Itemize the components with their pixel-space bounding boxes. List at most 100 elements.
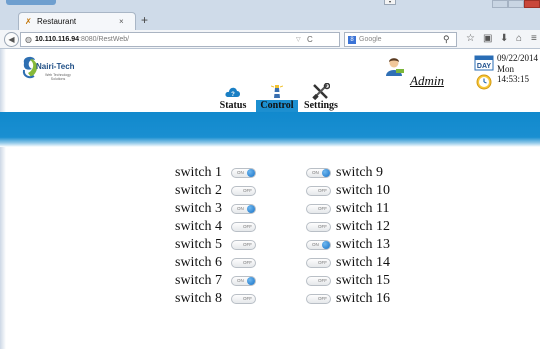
globe-icon: ◍ xyxy=(25,35,32,44)
switch-toggle[interactable]: OFF xyxy=(231,186,256,196)
window-controls xyxy=(492,0,540,8)
brand-logo[interactable]: Nairi-Tech Web Technology Solutions xyxy=(20,54,92,92)
reload-icon[interactable]: C xyxy=(307,35,313,45)
toggle-state-text: ON xyxy=(312,242,319,247)
switch-toggle[interactable]: OFF xyxy=(231,222,256,232)
switch-label: switch 5 xyxy=(175,237,223,252)
new-tab-button[interactable]: + xyxy=(141,13,148,27)
lighthouse-icon xyxy=(271,85,283,98)
menu-icon[interactable]: ≡ xyxy=(531,33,537,45)
switch-row-13: ON switch 13 xyxy=(306,238,406,252)
taskbar-thumbnail[interactable] xyxy=(6,0,56,5)
toggle-state-text: OFF xyxy=(243,296,252,301)
home-icon[interactable]: ⌂ xyxy=(516,33,522,45)
bookmark-star-icon[interactable]: ☆ xyxy=(466,33,475,45)
tab-title: Restaurant xyxy=(37,17,77,26)
history-dropdown-icon[interactable]: ▽ xyxy=(296,35,301,45)
switch-label: switch 1 xyxy=(175,165,223,180)
switch-toggle[interactable]: OFF xyxy=(306,222,331,232)
nav-control-label: Control xyxy=(256,100,298,112)
desktop-strip xyxy=(0,0,540,9)
toggle-state-text: OFF xyxy=(243,260,252,265)
minimize-button[interactable] xyxy=(492,0,508,8)
switch-toggle[interactable]: OFF xyxy=(306,186,331,196)
switch-label: switch 4 xyxy=(175,219,223,234)
google-search-engine-icon[interactable]: 8 xyxy=(348,36,356,44)
switch-row-9: ON switch 9 xyxy=(306,166,406,180)
nav-status-label: Status xyxy=(219,100,247,111)
nav-control[interactable]: Control xyxy=(256,84,298,112)
status-icon: ? xyxy=(225,87,240,98)
switch-label: switch 7 xyxy=(175,273,223,288)
header-band xyxy=(0,112,540,147)
toggle-knob-icon xyxy=(247,169,255,177)
download-icon[interactable]: ⬇ xyxy=(500,33,508,45)
switch-row-4: switch 4 OFF xyxy=(175,220,265,234)
switch-row-2: switch 2 OFF xyxy=(175,184,265,198)
switch-row-6: switch 6 OFF xyxy=(175,256,265,270)
nav-settings[interactable]: Settings xyxy=(302,83,340,112)
tab-close-icon[interactable]: × xyxy=(119,16,124,27)
user-avatar-icon xyxy=(386,58,404,76)
toggle-state-text: OFF xyxy=(318,224,327,229)
switch-label: switch 16 xyxy=(336,291,391,306)
toggle-state-text: ON xyxy=(237,278,244,283)
switch-toggle[interactable]: OFF xyxy=(306,294,331,304)
switch-row-12: OFF switch 12 xyxy=(306,220,406,234)
switch-label: switch 8 xyxy=(175,291,223,306)
os-dropdown-arrow-icon[interactable]: ▾ xyxy=(384,0,396,5)
toggle-state-text: OFF xyxy=(318,278,327,283)
tools-icon xyxy=(312,83,330,100)
brand-tagline: Web Technology Solutions xyxy=(45,73,71,81)
switch-toggle[interactable]: OFF xyxy=(231,294,256,304)
toggle-state-text: OFF xyxy=(318,206,327,211)
maximize-button[interactable] xyxy=(508,0,524,8)
switch-label: switch 6 xyxy=(175,255,223,270)
switch-row-5: switch 5 OFF xyxy=(175,238,265,252)
switch-toggle[interactable]: ON xyxy=(231,276,256,286)
switch-toggle[interactable]: OFF xyxy=(231,240,256,250)
toggle-state-text: ON xyxy=(237,170,244,175)
toggle-state-text: ON xyxy=(237,206,244,211)
calendar-icon: DAY xyxy=(474,55,494,71)
clock-icon xyxy=(476,74,492,90)
switch-label: switch 14 xyxy=(336,255,391,270)
switch-toggle[interactable]: ON xyxy=(306,240,331,250)
back-button[interactable]: ◀ xyxy=(4,32,19,47)
switch-label: switch 12 xyxy=(336,219,391,234)
address-bar[interactable]: ◍ 10.110.116.94:8080/RestWeb/ ▽ C xyxy=(20,32,340,47)
clipboard-icon[interactable]: ▣ xyxy=(483,33,492,45)
switch-label: switch 13 xyxy=(336,237,391,252)
close-window-button[interactable] xyxy=(524,0,540,8)
switch-row-7: switch 7 ON xyxy=(175,274,265,288)
switch-toggle[interactable]: OFF xyxy=(231,258,256,268)
toggle-state-text: ON xyxy=(312,170,319,175)
toggle-knob-icon xyxy=(247,205,255,213)
search-box[interactable]: 8 Google ⚲ xyxy=(344,32,457,47)
switch-label: switch 3 xyxy=(175,201,223,216)
switch-toggle[interactable]: ON xyxy=(306,168,331,178)
switch-toggle[interactable]: OFF xyxy=(306,258,331,268)
svg-text:?: ? xyxy=(231,92,235,98)
search-icon[interactable]: ⚲ xyxy=(443,34,450,45)
switch-label: switch 15 xyxy=(336,273,391,288)
switch-row-11: OFF switch 11 xyxy=(306,202,406,216)
switch-label: switch 10 xyxy=(336,183,391,198)
toggle-state-text: OFF xyxy=(243,242,252,247)
toggle-state-text: OFF xyxy=(318,188,327,193)
switch-row-16: OFF switch 16 xyxy=(306,292,406,306)
toggle-knob-icon xyxy=(322,169,330,177)
switch-toggle[interactable]: OFF xyxy=(306,276,331,286)
browser-navigation-bar: ◀ ◍ 10.110.116.94:8080/RestWeb/ ▽ C 8 Go… xyxy=(0,30,540,49)
switch-toggle[interactable]: OFF xyxy=(306,204,331,214)
nav-status[interactable]: ? Status xyxy=(215,86,251,112)
switch-row-1: switch 1 ON xyxy=(175,166,265,180)
toggle-state-text: OFF xyxy=(318,260,327,265)
switch-toggle[interactable]: ON xyxy=(231,168,256,178)
browser-tab[interactable]: ✗ Restaurant × xyxy=(18,12,136,30)
switch-toggle[interactable]: ON xyxy=(231,204,256,214)
nav-settings-label: Settings xyxy=(304,100,338,111)
restaurant-favicon-icon: ✗ xyxy=(25,17,32,26)
switch-row-3: switch 3 ON xyxy=(175,202,265,216)
admin-user-link[interactable]: Admin xyxy=(410,73,444,88)
